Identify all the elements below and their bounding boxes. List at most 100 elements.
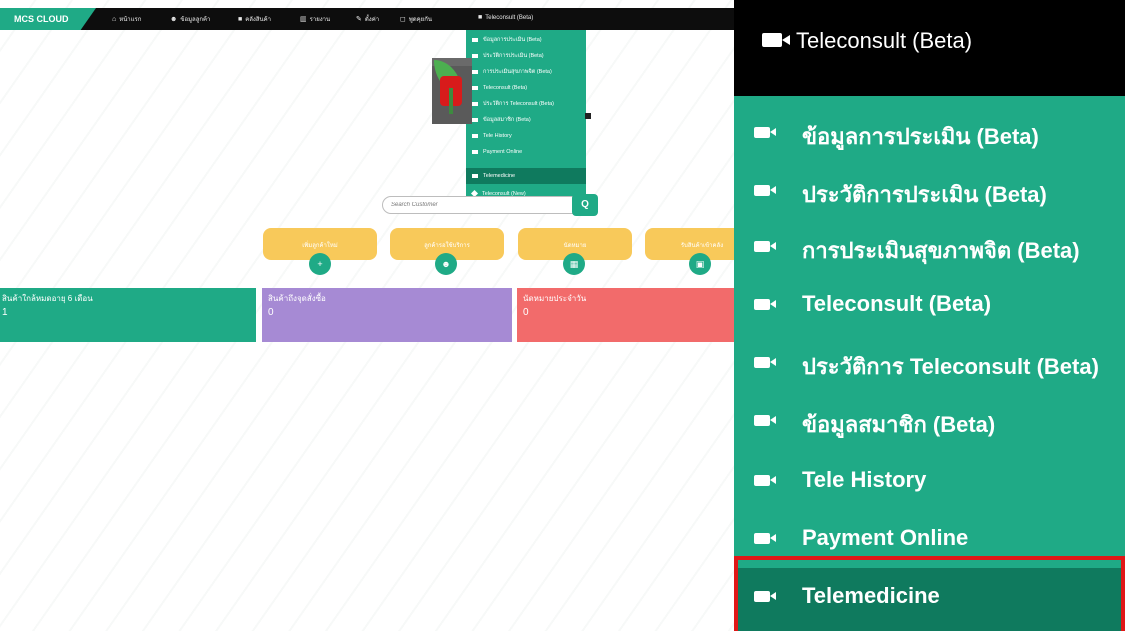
zoom-item-tele-history[interactable]: Tele History [734,452,1125,510]
zoom-item-teleconsult[interactable]: Teleconsult (Beta) [734,276,1125,334]
search-button[interactable]: Q [572,194,598,216]
nav-label: หน้าแรก [119,17,142,23]
nav-inventory[interactable]: ■ คลังสินค้า [238,14,271,26]
stat-value: 1 [2,307,8,318]
zoomed-header[interactable]: Teleconsult (Beta) [734,0,1125,96]
video-icon [754,591,776,602]
zoomed-dropdown: Teleconsult (Beta) ข้อมูลการประเมิน (Bet… [734,0,1125,631]
top-navbar: MCS CLOUD ⌂ หน้าแรก ☻ ข้อมูลลูกค้า ■ คลังสิ… [0,8,735,30]
menu-item-label: Tele History [483,133,512,139]
menu-item-label: ข้อมูลสมาชิก (Beta) [483,117,531,123]
nav-label: รายงาน [309,17,331,23]
video-icon [754,415,776,426]
zoom-item-label: ประวัติการประเมิน (Beta) [802,182,1047,207]
zoom-item-label: Telemedicine [802,583,940,608]
zoom-item-label: Payment Online [802,525,969,550]
nav-label: Teleconsult (Beta) [485,15,534,21]
group-icon[interactable]: ☻ [435,253,457,275]
video-icon [754,241,776,252]
video-icon [472,37,478,42]
menu-item-label: Teleconsult (Beta) [483,85,528,91]
chart-icon: ▥ [300,16,307,23]
action-label: รับสินค้าเข้าคลัง [680,243,724,249]
zoom-item-label: ประวัติการ Teleconsult (Beta) [802,354,1099,379]
menu-item-label: Payment Online [483,149,523,155]
menu-item-label: Telemedicine [483,173,516,179]
add-user-icon[interactable]: + [309,253,331,275]
screenshot-stage: MCS CLOUD ⌂ หน้าแรก ☻ ข้อมูลลูกค้า ■ คลังสิ… [0,0,1125,631]
stat-title: สินค้าถึงจุดสั่งซื้อ [268,294,326,303]
zoom-item-telemedicine[interactable]: Telemedicine [734,568,1125,631]
menu-item-payment-online[interactable]: Payment Online [472,144,522,160]
zoom-item-assessment-history[interactable]: ประวัติการประเมิน (Beta) [734,162,1125,220]
video-icon [754,127,776,138]
box-icon[interactable]: ▣ [689,253,711,275]
menu-item-label: การประเมินสุขภาพจิต (Beta) [483,69,552,75]
menu-item-label: ประวัติการ Teleconsult (Beta) [483,101,554,107]
video-icon [472,53,478,58]
nav-customers[interactable]: ☻ ข้อมูลลูกค้า [170,14,210,26]
menu-item-member-data[interactable]: ข้อมูลสมาชิก (Beta) [472,112,531,128]
zoom-item-label: ข้อมูลสมาชิก (Beta) [802,412,996,437]
menu-item-mental-health[interactable]: การประเมินสุขภาพจิต (Beta) [472,64,552,80]
menu-item-tele-history[interactable]: Tele History [472,128,512,144]
menu-item-assessment-data[interactable]: ข้อมูลการประเมิน (Beta) [472,32,542,48]
wrench-icon: ✎ [356,16,362,23]
zoom-item-label: Teleconsult (Beta) [802,291,992,316]
menu-item-teleconsult-history[interactable]: ประวัติการ Teleconsult (Beta) [472,96,554,112]
stat-expiring-products[interactable]: สินค้าใกล้หมดอายุ 6 เดือน 1 [0,288,256,342]
zoom-item-label: การประเมินสุขภาพจิต (Beta) [802,238,1080,263]
search-input[interactable] [382,196,574,214]
nav-label: ข้อมูลลูกค้า [180,17,211,23]
nav-settings[interactable]: ✎ ตั้งค่า [356,14,379,26]
zoom-item-member-data[interactable]: ข้อมูลสมาชิก (Beta) [734,392,1125,450]
nav-home[interactable]: ⌂ หน้าแรก [112,14,141,26]
action-label: เพิ่มลูกค้าใหม่ [302,243,338,249]
teleconsult-dropdown: ข้อมูลการประเมิน (Beta) ประวัติการประเมิ… [466,30,586,214]
box-icon: ■ [238,16,243,23]
video-icon [754,185,776,196]
calendar-icon[interactable]: ▦ [563,253,585,275]
video-icon [754,475,776,486]
menu-item-teleconsult[interactable]: Teleconsult (Beta) [472,80,527,96]
menu-item-telemedicine[interactable]: Telemedicine [466,168,586,184]
zoom-item-teleconsult-history[interactable]: ประวัติการ Teleconsult (Beta) [734,334,1125,392]
menu-item-assessment-history[interactable]: ประวัติการประเมิน (Beta) [472,48,544,64]
zoom-item-label: Tele History [802,467,927,492]
action-label: ลูกค้ารอใช้บริการ [424,243,470,249]
video-icon: ■ [478,14,483,21]
nav-reports[interactable]: ▥ รายงาน [300,14,330,26]
home-icon: ⌂ [112,16,117,23]
stat-daily-appointments[interactable]: นัดหมายประจำวัน 0 [517,288,735,342]
stat-value: 0 [268,307,274,318]
stat-reorder-point[interactable]: สินค้าถึงจุดสั่งซื้อ 0 [262,288,512,342]
chat-icon: ◻ [400,16,406,23]
highlight-box-edge [1121,556,1125,631]
video-icon [472,173,478,178]
nav-chat[interactable]: ◻ พูดคุยกัน [400,14,432,26]
zoom-item-assessment-data[interactable]: ข้อมูลการประเมิน (Beta) [734,104,1125,162]
nav-label: พูดคุยกัน [408,17,432,23]
zoom-item-payment-online[interactable]: Payment Online [734,510,1125,568]
stat-value: 0 [523,307,529,318]
action-label: นัดหมาย [563,243,587,249]
menu-item-label: ข้อมูลการประเมิน (Beta) [483,37,542,43]
receive-stock-button[interactable]: รับสินค้าเข้าคลัง [645,228,735,260]
stat-title: นัดหมายประจำวัน [523,294,587,303]
video-icon [472,117,478,122]
app-window: MCS CLOUD ⌂ หน้าแรก ☻ ข้อมูลลูกค้า ■ คลังสิ… [0,0,735,631]
brand-logo[interactable]: MCS CLOUD [0,8,96,30]
video-icon [472,149,478,154]
users-icon: ☻ [170,16,178,23]
nav-label: คลังสินค้า [245,17,272,23]
video-icon [472,69,478,74]
zoom-item-mental-health[interactable]: การประเมินสุขภาพจิต (Beta) [734,218,1125,276]
menu-item-label: ประวัติการประเมิน (Beta) [483,53,544,59]
nav-teleconsult[interactable]: ■ Teleconsult (Beta) [478,14,533,26]
video-icon [754,533,776,544]
logo-dot [585,113,591,119]
zoom-item-label: ข้อมูลการประเมิน (Beta) [802,124,1039,149]
video-icon [762,33,790,47]
logo-stem [449,88,453,114]
video-icon [754,357,776,368]
